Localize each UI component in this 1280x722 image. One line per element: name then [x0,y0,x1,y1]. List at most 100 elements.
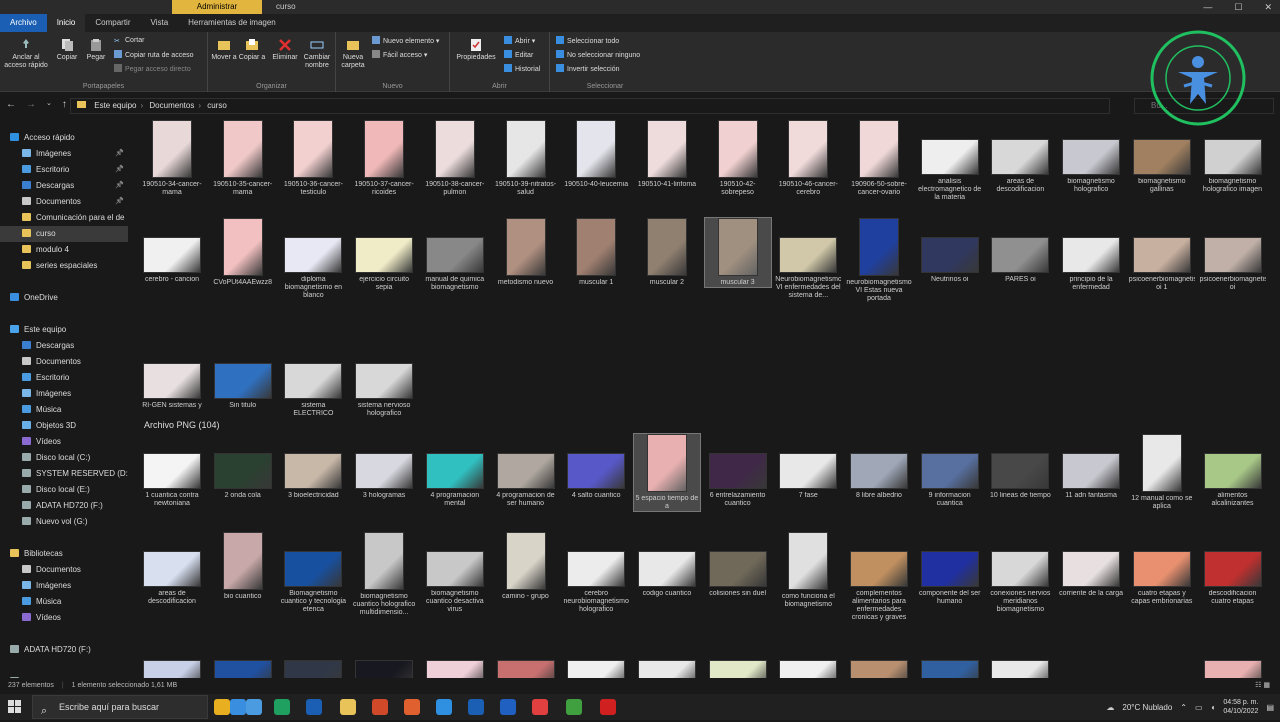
taskbar-app-icon[interactable] [500,699,516,715]
file-item[interactable]: psicoenerbiomagnetismo oi [1200,218,1266,292]
file-item[interactable]: analisis electromagnetico de la materia [917,120,983,202]
eliminar-button[interactable]: Eliminar [270,38,300,62]
taskbar-app-icon[interactable] [566,699,582,715]
file-item[interactable] [422,638,488,678]
file-item[interactable]: 190510-38-cancer-pulmon [422,120,488,197]
file-item[interactable] [351,638,417,678]
sidebar-item[interactable]: Imágenes [0,578,128,594]
taskbar-app-icon[interactable] [230,699,246,715]
file-item[interactable]: 190906-50-sobre-cancer-ovario [846,120,912,197]
notifications-icon[interactable]: ▤ [1266,703,1274,712]
file-item[interactable]: conexiones nervios meridianos biomagneti… [987,532,1053,614]
file-item[interactable]: muscular 2 [634,218,700,287]
nuevo-elemento-button[interactable]: Nuevo elemento ▾ [372,36,439,47]
sidebar-item[interactable]: Comunicación para el de [0,210,128,226]
maximize-button[interactable]: ☐ [1234,0,1242,14]
file-item[interactable]: ejercicio circuito sepia [351,218,417,292]
taskbar-app-icon[interactable] [468,699,484,715]
taskbar-app-icon[interactable] [600,699,616,715]
no-seleccionar-button[interactable]: No seleccionar ninguno [556,50,640,61]
file-item[interactable]: 190510-36-cancer-testiculo [280,120,346,197]
sidebar-item[interactable]: ADATA HD720 (F:) [0,642,128,658]
back-arrow-icon[interactable]: ← [6,99,16,110]
file-item[interactable]: 12 manual como se aplica [1129,434,1195,511]
sidebar-item[interactable]: curso [0,226,128,242]
file-item[interactable]: camino - grupo [493,532,559,601]
cortar-button[interactable]: ✂ Cortar [114,36,144,46]
file-item[interactable]: cuatro etapas y capas embrionarias [1129,532,1195,606]
editar-button[interactable]: Editar [504,50,533,61]
sidebar-item[interactable]: series espaciales [0,258,128,274]
sidebar-item[interactable]: Documentos [0,354,128,370]
start-button[interactable] [8,700,22,714]
file-item[interactable]: areas de descodificacion [139,532,205,606]
file-item[interactable]: 4 salto cuantico [563,434,629,500]
nueva-carpeta-button[interactable]: Nueva carpeta [338,38,368,70]
taskbar-search[interactable]: ⌕ Escribe aquí para buscar [32,695,208,719]
file-item[interactable] [139,638,205,678]
weather-text[interactable]: 20°C Nublado [1122,703,1172,712]
file-item[interactable]: colisiones sin duel [705,532,771,598]
file-item[interactable]: 6 entrelazamiento cuantico [705,434,771,508]
file-item[interactable]: areas de descodificacion [987,120,1053,194]
file-item[interactable]: sistema nervioso holografico [351,344,417,418]
file-item[interactable] [917,638,983,678]
up-arrow-icon[interactable]: ↑ [62,99,67,110]
file-item[interactable]: 190510-42-sobrepeso [705,120,771,197]
network-icon[interactable]: ▭ [1195,703,1203,712]
file-item[interactable]: metodismo nuevo [493,218,559,287]
taskbar-app-icon[interactable] [306,699,322,715]
file-item[interactable]: 5 espacio tiempo de a [632,433,701,512]
sidebar-item[interactable]: Este equipo [0,322,128,338]
tab-archivo[interactable]: Archivo [0,14,47,32]
taskbar-app-icon[interactable] [274,699,290,715]
file-item[interactable]: complementos alimentarios para enfermeda… [846,532,912,622]
copiar-ruta-button[interactable]: Copiar ruta de acceso [114,50,193,61]
file-item[interactable]: codigo cuantico [634,532,700,598]
file-item[interactable] [210,638,276,678]
file-item[interactable] [705,638,771,678]
context-tab-administrar[interactable]: Administrar [172,0,262,14]
propiedades-button[interactable]: Propiedades [454,38,498,62]
view-toggle-icons[interactable]: ☷ ▦ [1255,678,1270,694]
sidebar-item[interactable]: OneDrive [0,290,128,306]
historial-button[interactable]: Historial [504,64,540,75]
sidebar-item[interactable]: Documentos 📌 [0,194,128,210]
copiar-button[interactable]: Copiar [54,38,80,62]
taskbar-app-icon[interactable] [214,699,230,715]
taskbar-app-icon[interactable] [246,699,262,715]
file-item[interactable]: sistema ELECTRICO [280,344,346,418]
sidebar-item[interactable]: Vídeos [0,434,128,450]
file-item[interactable] [775,638,841,678]
file-item[interactable]: 4 programacion de ser humano [493,434,559,508]
file-item[interactable]: 190510-41-linfoma [634,120,700,189]
volume-icon[interactable]: ◖ [1211,703,1216,712]
file-item[interactable]: biomagnetismo cuantico desactiva virus [422,532,488,614]
file-item[interactable]: 1 cuantica contra newtoniana [139,434,205,508]
file-item[interactable] [493,638,559,678]
file-item[interactable]: Neutrinos oi [917,218,983,284]
file-item[interactable]: Sin titulo [210,344,276,410]
sidebar-item[interactable]: Escritorio 📌 [0,162,128,178]
file-item[interactable]: 8 libre albedrio [846,434,912,500]
tab-herramientas-imagen[interactable]: Herramientas de imagen [178,14,286,32]
sidebar-item[interactable]: Escritorio [0,370,128,386]
file-item[interactable]: alimentos alcalinizantes [1200,434,1266,508]
sidebar-item[interactable]: Bibliotecas [0,546,128,562]
clock[interactable]: 04:58 p. m. 04/10/2022 [1223,698,1258,716]
file-item[interactable]: manual de quimica biomagnetismo [422,218,488,292]
file-item[interactable]: 190510-39-nitratos-salud [493,120,559,197]
sidebar-item[interactable]: Imágenes [0,386,128,402]
file-item[interactable]: psicoenerbiomagnetismo oi 1 [1129,218,1195,292]
sidebar-item[interactable]: modulo 4 [0,242,128,258]
file-item[interactable]: PARES oi [987,218,1053,284]
file-item[interactable]: como funciona el biomagnetismo [775,532,841,609]
taskbar-app-icon[interactable] [340,699,356,715]
pegar-acceso-button[interactable]: Pegar acceso directo [114,64,191,75]
forward-arrow-icon[interactable]: → [26,99,36,110]
file-item[interactable] [563,638,629,678]
crumb-documentos[interactable]: Documentos [149,101,194,110]
abrir-button[interactable]: Abrir ▾ [504,36,535,47]
chevron-up-icon[interactable]: ⌃ [1180,703,1187,712]
mover-button[interactable]: Mover a [210,38,238,62]
